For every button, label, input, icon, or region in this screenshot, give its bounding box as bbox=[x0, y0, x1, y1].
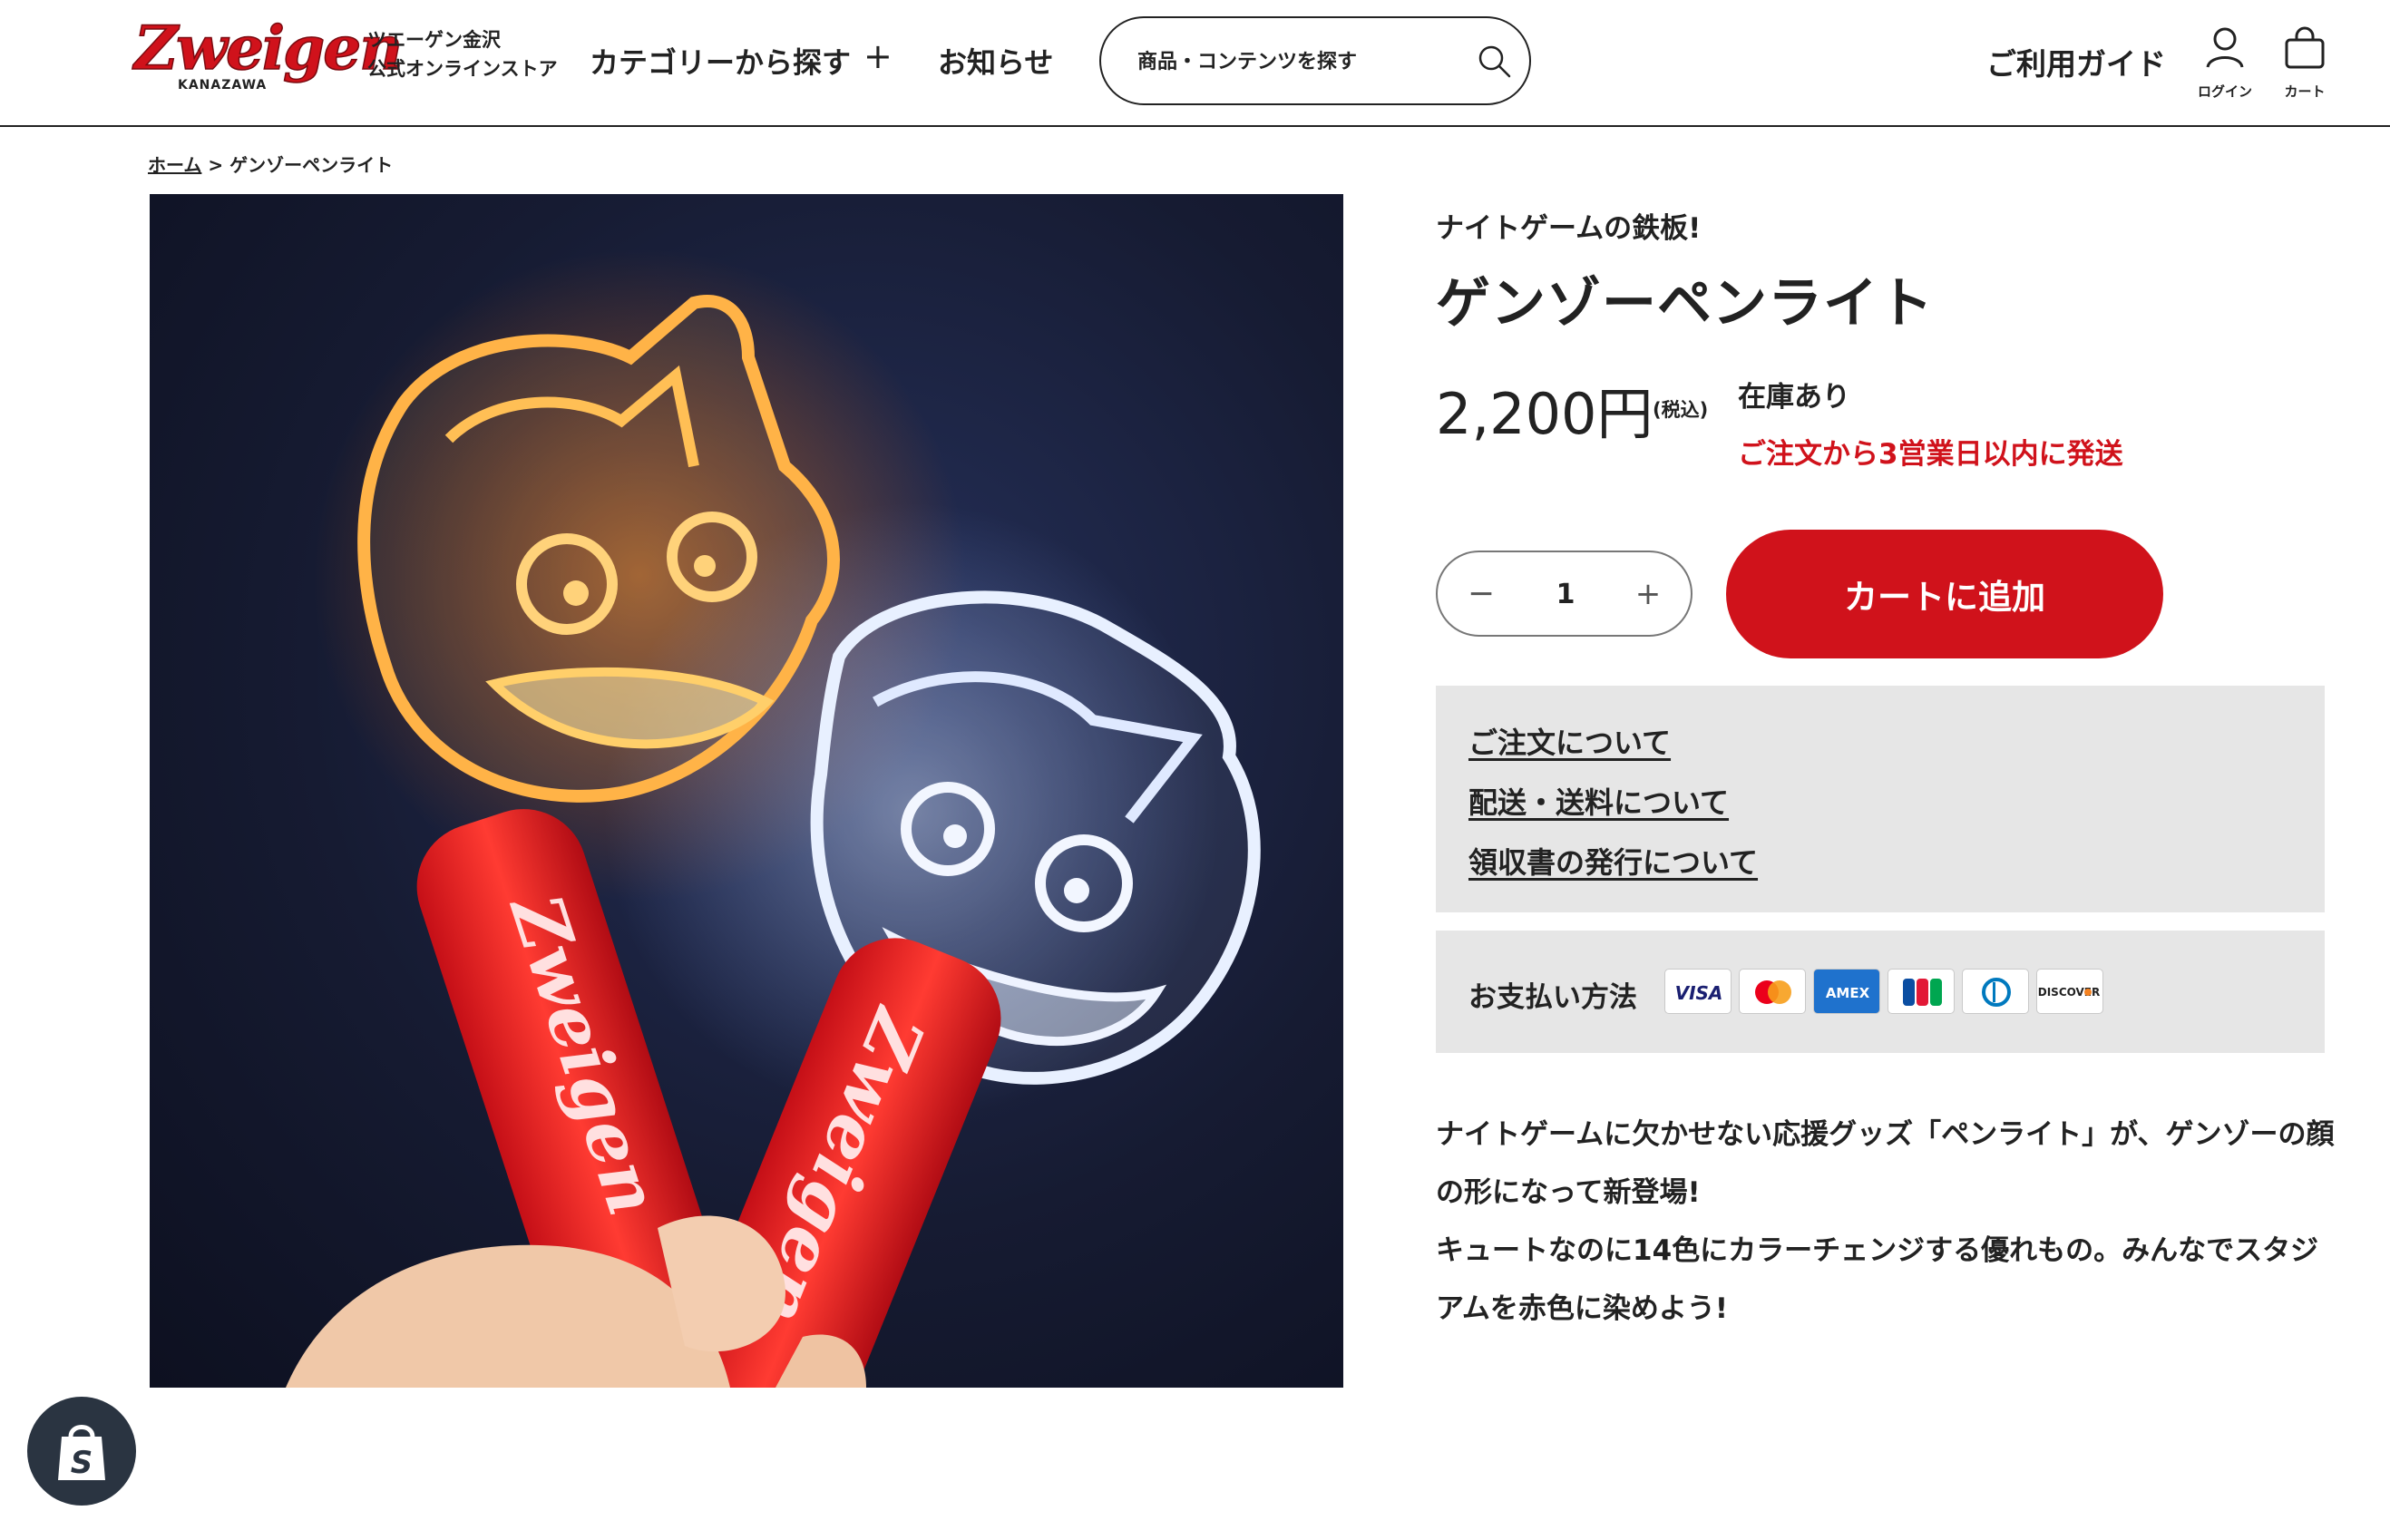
plus-icon[interactable]: + bbox=[863, 36, 893, 76]
shipping-note: ご注文から3営業日以内に発送 bbox=[1738, 438, 2123, 471]
svg-text:S: S bbox=[71, 1445, 93, 1481]
store-name-line2: 公式オンラインストア bbox=[367, 58, 558, 80]
login-button[interactable]: ログイン bbox=[2184, 25, 2266, 134]
mastercard-icon bbox=[1739, 969, 1806, 1014]
quantity-input[interactable] bbox=[1525, 569, 1606, 619]
login-label: ログイン bbox=[2197, 83, 2252, 100]
description-line-1: ナイトゲームに欠かせない応援グッズ「ペンライト」が、ゲンゾーの顔 bbox=[1436, 1118, 2335, 1151]
svg-text:AMEX: AMEX bbox=[1826, 985, 1870, 1001]
description-line-4: アムを赤色に染めよう! bbox=[1436, 1292, 1728, 1325]
diners-card-icon bbox=[1962, 969, 2029, 1014]
site-logo[interactable]: Zweigen KANAZAWA bbox=[133, 17, 404, 93]
payment-methods-panel: お支払い方法 VISA AMEX DISCOVER bbox=[1436, 931, 2325, 1053]
product-title: ゲンゾーペンライト bbox=[1436, 272, 1934, 336]
store-name: ツエーゲン金沢 公式オンラインストア bbox=[367, 25, 558, 83]
payment-label: お支払い方法 bbox=[1468, 981, 1637, 1014]
penlight-illustration: Zweigen Zweigen bbox=[286, 249, 1261, 1388]
shopify-badge[interactable]: S bbox=[27, 1397, 136, 1506]
shipping-info-link[interactable]: 配送・送料について bbox=[1468, 780, 1729, 822]
breadcrumb-separator: > bbox=[208, 154, 224, 176]
breadcrumb-home-link[interactable]: ホーム bbox=[148, 154, 201, 176]
cart-label: カート bbox=[2284, 83, 2326, 100]
product-tagline: ナイトゲームの鉄板! bbox=[1436, 212, 1702, 245]
search-icon[interactable] bbox=[1475, 42, 1515, 82]
logo-subtitle: KANAZAWA bbox=[178, 78, 268, 93]
quantity-stepper: − + bbox=[1436, 551, 1693, 637]
add-to-cart-button[interactable]: カートに追加 bbox=[1726, 530, 2163, 658]
breadcrumb: ホーム > ゲンゾーペンライト bbox=[148, 151, 393, 177]
account-icon bbox=[2206, 27, 2244, 68]
breadcrumb-current: ゲンゾーペンライト bbox=[229, 154, 394, 176]
product-photo[interactable]: Zweigen Zweigen bbox=[150, 194, 1343, 1388]
nav-category-menu[interactable]: カテゴリーから探す bbox=[590, 40, 851, 82]
nav-news-link[interactable]: お知らせ bbox=[938, 40, 1053, 82]
svg-text:VISA: VISA bbox=[1675, 982, 1723, 1004]
guide-link[interactable]: ご利用ガイド bbox=[1986, 40, 2166, 83]
discover-card-icon: DISCOVER bbox=[2036, 969, 2103, 1014]
product-price: 2,200円 bbox=[1436, 381, 1653, 447]
quantity-increase-button[interactable]: + bbox=[1624, 570, 1672, 618]
search-bar[interactable] bbox=[1099, 16, 1531, 105]
shopping-bag-icon bbox=[2285, 26, 2325, 69]
store-name-line1: ツエーゲン金沢 bbox=[367, 29, 501, 51]
logo-wordmark: Zweigen bbox=[133, 13, 404, 83]
visa-card-icon: VISA bbox=[1664, 969, 1732, 1014]
shopify-bag-icon: S bbox=[58, 1425, 105, 1481]
receipt-info-link[interactable]: 領収書の発行について bbox=[1468, 840, 1758, 882]
cart-button[interactable]: カート bbox=[2264, 25, 2346, 134]
quantity-decrease-button[interactable]: − bbox=[1458, 570, 1505, 618]
jcb-card-icon bbox=[1888, 969, 1955, 1014]
stock-status: 在庫あり bbox=[1738, 381, 1850, 414]
tax-note: (税込) bbox=[1653, 399, 1709, 421]
site-header: Zweigen KANAZAWA ツエーゲン金沢 公式オンラインストア カテゴリ… bbox=[0, 0, 2390, 127]
search-input[interactable] bbox=[1137, 42, 1446, 82]
amex-card-icon: AMEX bbox=[1813, 969, 1880, 1014]
order-info-panel: ご注文について 配送・送料について 領収書の発行について bbox=[1436, 686, 2325, 912]
description-line-3: キュートなのに14色にカラーチェンジする優れもの。みんなでスタジ bbox=[1436, 1234, 2319, 1267]
order-info-link[interactable]: ご注文について bbox=[1468, 720, 1671, 762]
description-line-2: の形になって新登場! bbox=[1436, 1176, 1701, 1209]
